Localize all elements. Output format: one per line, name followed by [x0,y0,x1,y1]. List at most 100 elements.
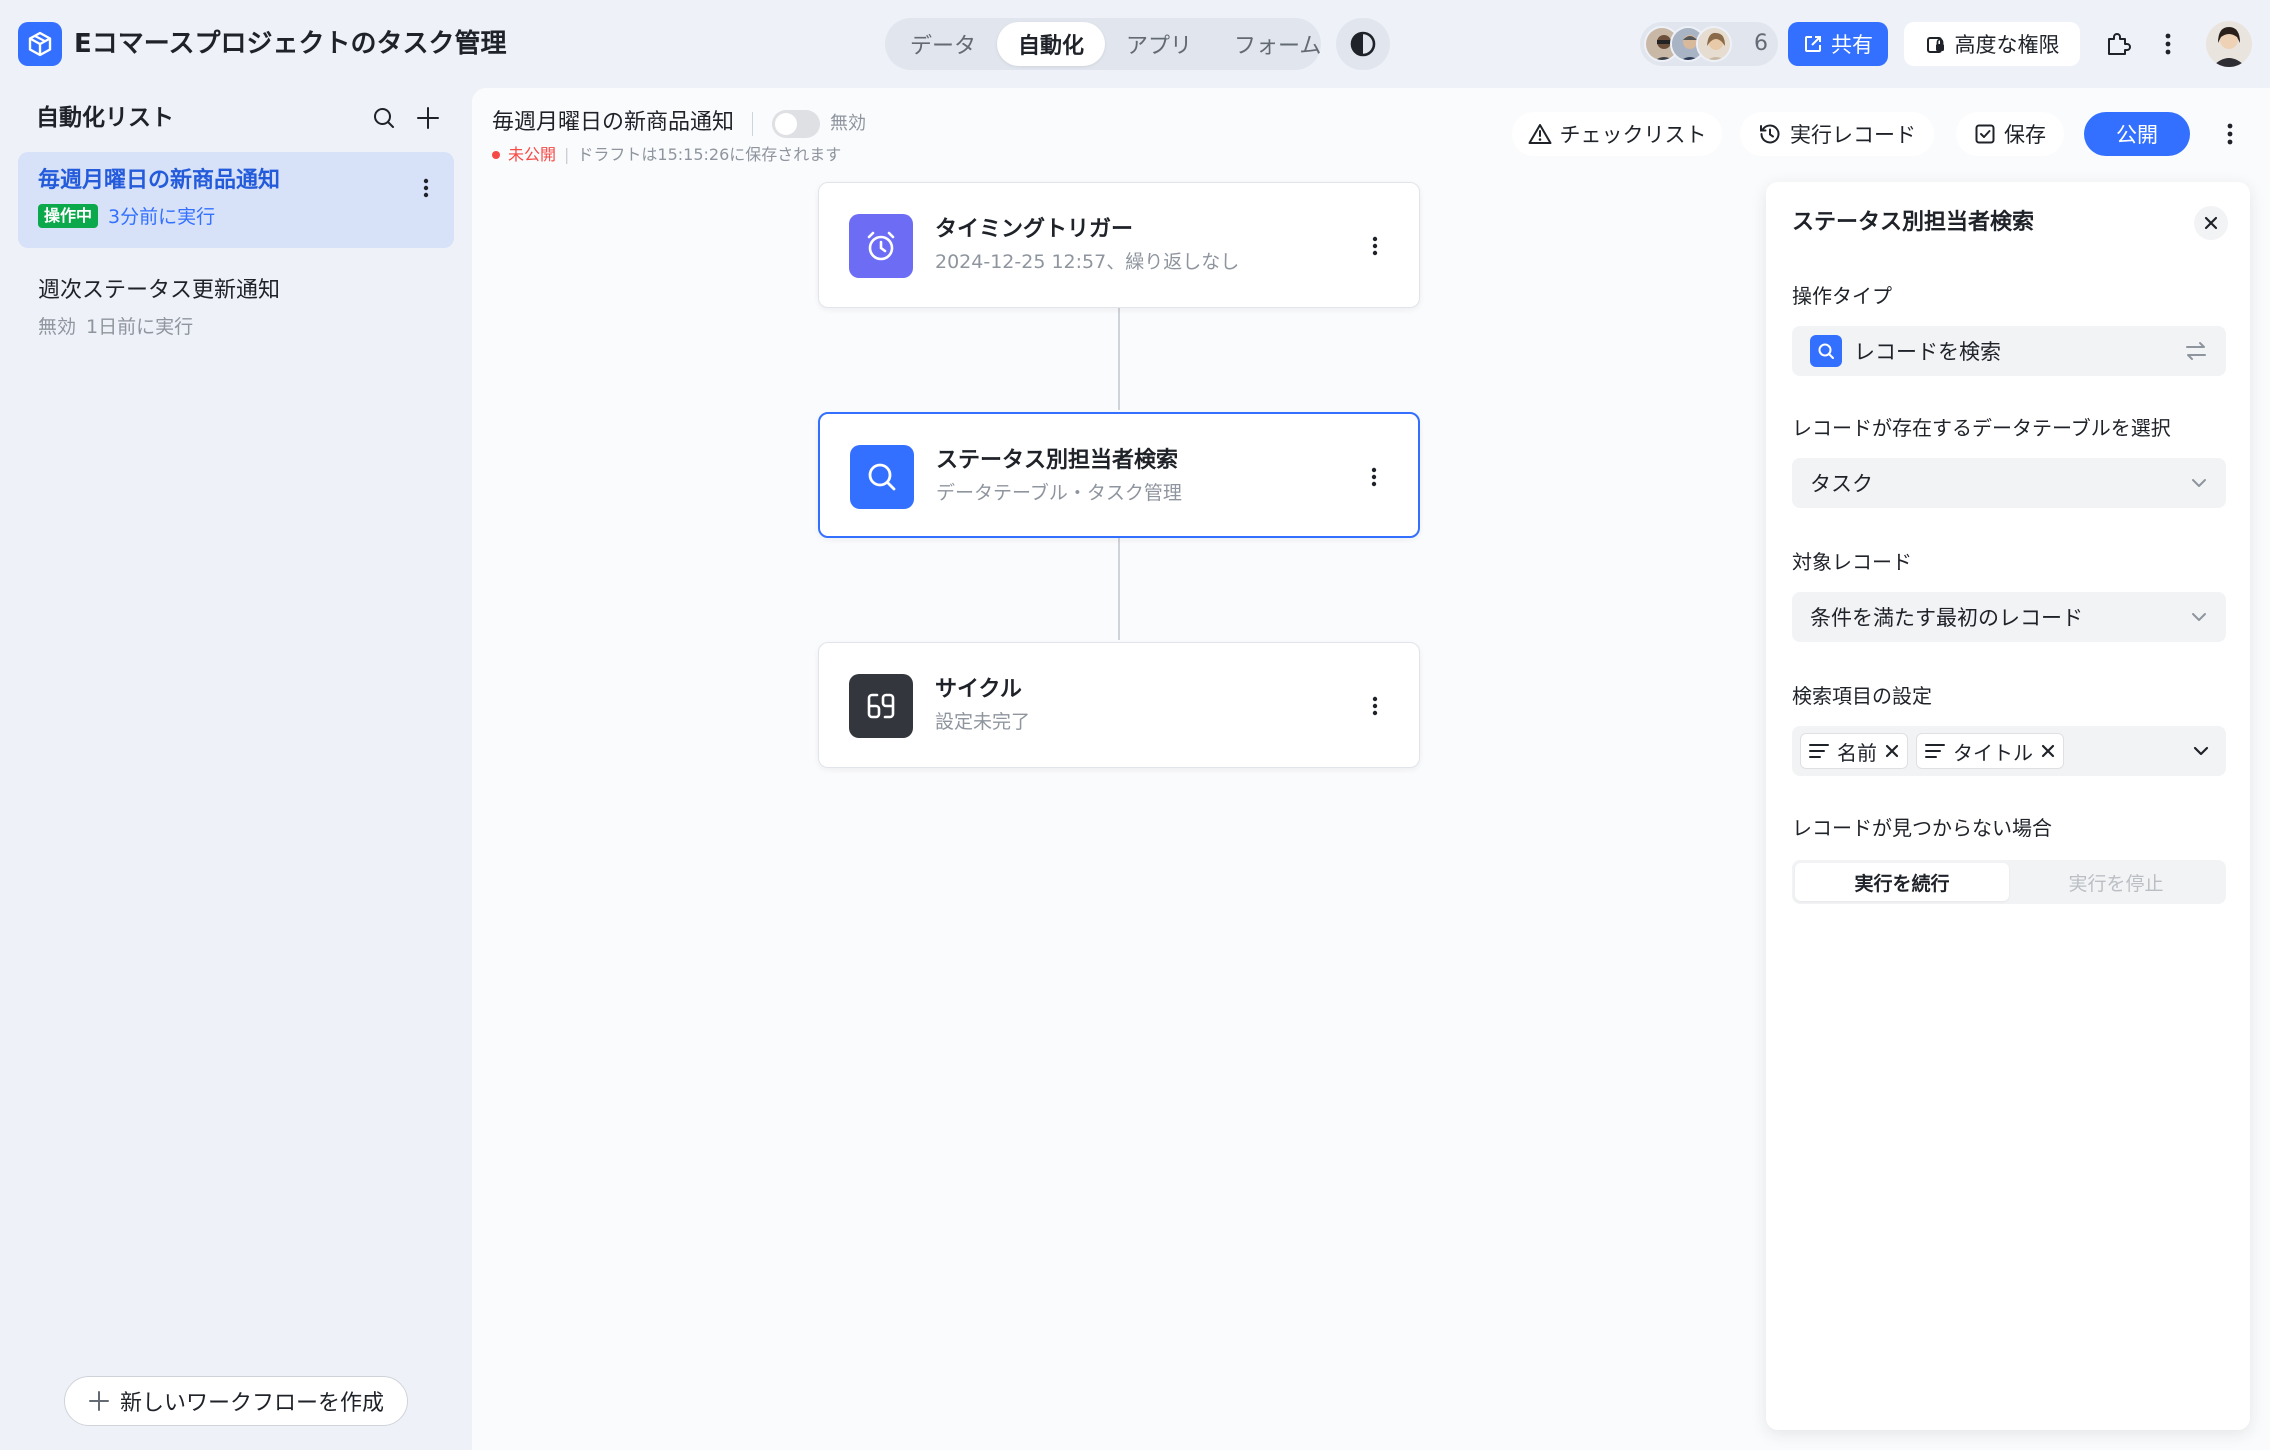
lock-icon [1926,37,1944,53]
data-table-select[interactable]: タスク [1792,458,2226,508]
new-workflow-label: 新しいワークフローを作成 [119,1391,384,1416]
more-options-icon[interactable] [2150,26,2186,62]
chevron-down-icon [2192,479,2206,487]
enable-toggle[interactable] [772,110,820,138]
node-subtitle: 設定未完了 [935,711,1031,733]
run-records-label: 実行レコード [1790,123,1916,147]
more-options-icon[interactable] [2210,112,2250,156]
save-icon [1975,124,1995,144]
stop-execution-option[interactable]: 実行を停止 [2009,863,2223,901]
workflow-node-loop[interactable]: サイクル 設定未完了 [818,642,1420,768]
last-run-text: 1日前に実行 [86,316,194,338]
workflow-title: 毎週月曜日の新商品通知 [492,110,735,135]
workflow-name: 週次ステータス更新通知 [38,278,281,303]
publish-status: 未公開 [508,145,557,164]
advanced-permissions-label: 高度な権限 [1954,33,2060,57]
close-icon[interactable] [2194,206,2228,240]
contrast-icon [1350,31,1376,57]
not-found-segmented-control: 実行を続行 実行を停止 [1792,860,2226,904]
main-nav-tabs: データ 自動化 アプリ フォーム [885,18,1321,70]
node-config-panel: ステータス別担当者検索 操作タイプ レコードを検索 レコードが存在するデータテー… [1766,182,2250,1430]
search-icon [1810,335,1842,367]
search-fields-select[interactable]: 名前 タイトル [1792,726,2226,776]
chevron-down-icon [2192,613,2206,621]
run-records-button[interactable]: 実行レコード [1740,112,1934,156]
operation-type-label: 操作タイプ [1792,284,1892,308]
toggle-label: 無効 [830,113,866,134]
node-subtitle: 2024-12-25 12:57、繰り返しなし [935,251,1240,273]
tab-automation[interactable]: 自動化 [997,22,1106,66]
loop-icon [849,674,913,738]
operation-type-field[interactable]: レコードを検索 [1792,326,2226,376]
avatar [1696,26,1732,62]
workflow-node-trigger[interactable]: タイミングトリガー 2024-12-25 12:57、繰り返しなし [818,182,1420,308]
last-run-text: 3分前に実行 [108,206,216,228]
sidebar-title: 自動化リスト [36,105,174,131]
checklist-label: チェックリスト [1559,123,1707,147]
remove-icon[interactable] [1885,744,1899,758]
remove-icon[interactable] [2041,744,2055,758]
warning-icon [1528,124,1551,144]
share-icon [1805,36,1821,52]
continue-execution-option[interactable]: 実行を続行 [1795,863,2009,901]
tab-data[interactable]: データ [889,22,997,66]
user-avatar[interactable] [2206,21,2252,67]
workflow-node-search[interactable]: ステータス別担当者検索 データテーブル・タスク管理 [818,412,1420,538]
not-found-label: レコードが見つからない場合 [1792,816,2052,840]
collaborator-avatars[interactable]: 6 [1640,22,1778,66]
workflow-name: 毎週月曜日の新商品通知 [38,168,281,193]
save-button[interactable]: 保存 [1956,112,2064,156]
field-chip-label: タイトル [1953,740,2033,765]
more-options-icon[interactable] [1360,463,1388,491]
status-text: 無効 [38,316,77,338]
workflow-list-item[interactable]: 毎週月曜日の新商品通知 操作中 3分前に実行 [18,152,454,248]
field-chip[interactable]: タイトル [1916,733,2064,769]
add-icon[interactable] [412,102,444,134]
advanced-permissions-button[interactable]: 高度な権限 [1904,22,2080,66]
node-title: タイミングトリガー [935,217,1134,242]
new-workflow-button[interactable]: 新しいワークフローを作成 [64,1376,408,1426]
publish-button[interactable]: 公開 [2084,112,2190,156]
more-options-icon[interactable] [1361,692,1389,720]
text-field-icon [1925,744,1945,758]
status-badge: 操作中 [38,203,99,228]
app-logo-icon[interactable] [18,22,62,66]
workflow-list-item[interactable]: 週次ステータス更新通知 無効 1日前に実行 [18,262,454,358]
theme-toggle-button[interactable] [1336,18,1390,70]
alarm-clock-icon [849,214,913,278]
node-connector [1118,306,1120,410]
chevron-down-icon [2193,746,2209,756]
history-icon [1760,124,1780,144]
top-bar: Eコマースプロジェクトのタスク管理 データ 自動化 アプリ フォーム 6 共有 [0,0,2270,88]
app-title: Eコマースプロジェクトのタスク管理 [74,29,507,59]
automation-sidebar: 自動化リスト 毎週月曜日の新商品通知 操作中 3分前に実行 週次ステータス更新通… [0,88,470,1450]
operation-type-value: レコードを検索 [1854,340,2001,364]
share-button[interactable]: 共有 [1788,22,1888,66]
more-options-icon[interactable] [1361,232,1389,260]
plus-icon [88,1391,109,1411]
data-table-label: レコードが存在するデータテーブルを選択 [1792,416,2171,440]
draft-status: 未公開 | ドラフトは15:15:26に保存されます [492,144,841,166]
search-icon [850,445,914,509]
plugin-icon[interactable] [2100,26,2136,62]
field-chip[interactable]: 名前 [1800,733,1908,769]
divider [752,112,753,136]
unpublished-dot [492,151,500,159]
target-record-select[interactable]: 条件を満たす最初のレコード [1792,592,2226,642]
panel-title: ステータス別担当者検索 [1792,210,2035,235]
search-fields-label: 検索項目の設定 [1792,684,1932,708]
more-options-icon[interactable] [412,174,440,202]
search-icon[interactable] [368,102,400,134]
share-label: 共有 [1831,33,1873,57]
node-connector [1118,536,1120,640]
node-subtitle: データテーブル・タスク管理 [936,482,1182,504]
save-label: 保存 [2004,123,2046,147]
data-table-value: タスク [1810,472,1873,496]
tab-forms[interactable]: フォーム [1213,22,1342,66]
draft-saved-info: ドラフトは15:15:26に保存されます [577,145,842,164]
collaborator-count: 6 [1754,31,1768,56]
field-chip-label: 名前 [1837,740,1877,765]
swap-icon[interactable] [2184,340,2208,362]
checklist-button[interactable]: チェックリスト [1512,112,1722,156]
tab-apps[interactable]: アプリ [1105,22,1213,66]
